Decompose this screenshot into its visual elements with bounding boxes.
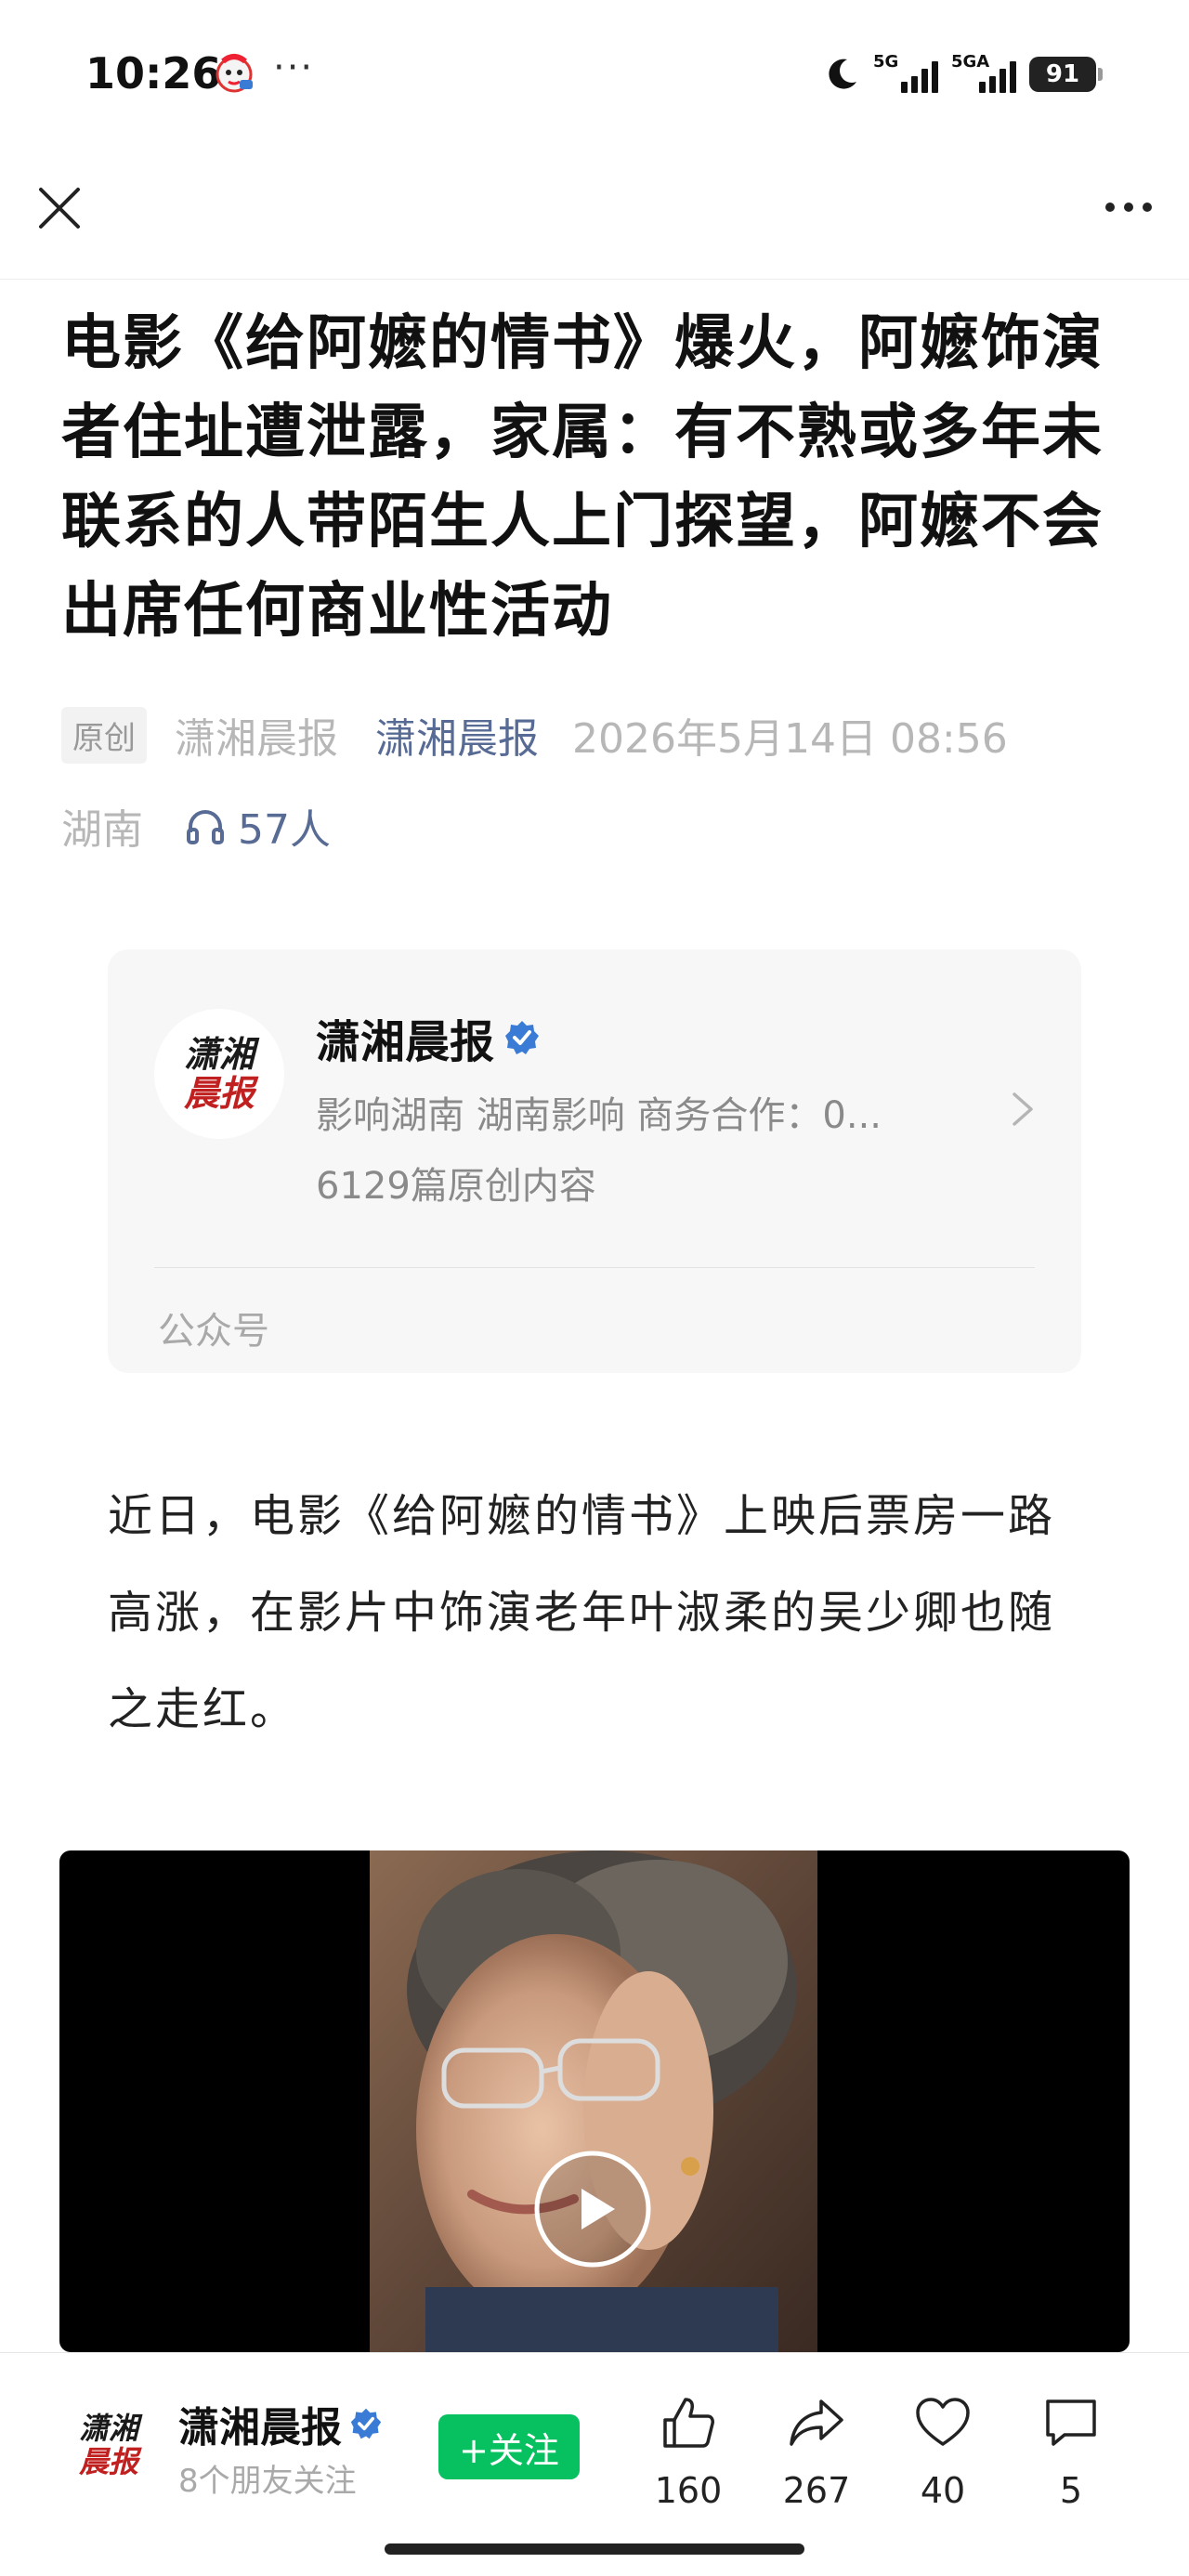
bottom-account-name[interactable]: 潇湘晨报 [178,2394,383,2453]
article-author: 潇湘晨报 [175,715,338,763]
like-count: 160 [654,2470,723,2511]
share-count: 267 [782,2470,851,2511]
status-bar: 10:26 ··· 5G 5GA 91 [0,0,1189,139]
comment-icon [1046,2399,1096,2446]
follow-button[interactable]: +关注 [438,2414,580,2479]
headphones-icon [187,810,224,844]
account-name: 潇湘晨报 [316,1005,541,1070]
battery-indicator: 91 [1029,57,1103,92]
account-type-label: 公众号 [158,1310,269,1353]
verified-badge-icon [350,2408,382,2439]
top-nav-bar [0,149,1189,280]
favorite-button[interactable]: 40 [892,2392,994,2511]
heart-count: 40 [920,2470,966,2511]
original-tag: 原创 [61,706,147,764]
close-icon[interactable] [33,182,85,234]
publish-date: 2026年5月14日 08:56 [572,715,1008,763]
thumbs-up-icon [663,2398,714,2448]
video-thumbnail [370,1850,817,2352]
article-meta: 原创 潇湘晨报 潇湘晨报 2026年5月14日 08:56 [61,702,1008,767]
heart-icon [916,2398,970,2446]
account-description: 影响湖南 湖南影响 商务合作：0... [316,1094,882,1137]
home-indicator[interactable] [385,2543,804,2555]
listener-count: 57人 [238,806,331,854]
divider [154,1267,1035,1268]
listen-button[interactable]: 57人 [184,796,331,856]
status-time: 10:26 [85,48,222,98]
account-logo: 潇湘 晨报 [154,1009,284,1139]
chevron-right-icon [1013,1092,1033,1126]
like-button[interactable]: 160 [637,2392,739,2511]
do-not-disturb-moon-icon [829,59,856,89]
signal-5ga-icon: 5GA [951,52,1016,97]
comment-count: 5 [1059,2470,1083,2511]
comment-button[interactable]: 5 [1020,2392,1122,2511]
signal-5g-icon: 5G [873,52,938,97]
friends-follow-count: 8个朋友关注 [178,2463,357,2500]
bottom-action-bar: 潇湘 晨报 潇湘晨报 8个朋友关注 +关注 160 267 40 5 [0,2352,1189,2576]
article-title: 电影《给阿嬷的情书》爆火，阿嬷饰演者住址遭泄露，家属：有不熟或多年未联系的人带陌… [61,309,1104,646]
share-arrow-icon [790,2399,843,2446]
share-button[interactable]: 267 [765,2392,868,2511]
app-notification-icon [216,54,253,93]
article-paragraph: 近日，电影《给阿嬷的情书》上映后票房一路高涨，在影片中饰演老年叶淑柔的吴少卿也随… [108,1490,1056,1735]
account-link[interactable]: 潇湘晨报 [375,705,539,765]
account-card[interactable]: 潇湘 晨报 潇湘晨报 影响湖南 湖南影响 商务合作：0... 6129篇原创内容… [108,949,1081,1373]
video-player[interactable] [59,1850,1130,2352]
play-icon[interactable] [533,2150,652,2269]
status-more-icon: ··· [273,46,315,89]
verified-badge-icon [505,1021,540,1054]
status-indicators: 5G 5GA 91 [823,48,1103,100]
article-meta-second-line: 湖南 57人 [61,793,331,858]
region-label: 湖南 [61,806,143,854]
original-content-count: 6129篇原创内容 [316,1165,596,1208]
account-logo-small[interactable]: 潇湘 晨报 [69,2405,149,2485]
more-options-icon[interactable] [1105,203,1152,212]
